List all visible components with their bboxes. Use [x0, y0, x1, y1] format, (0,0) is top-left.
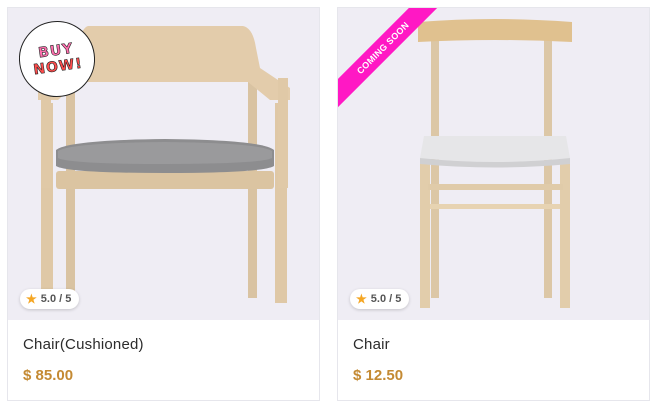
product-price: $ 85.00: [23, 367, 74, 384]
rating-badge: ★ 5.0 / 5: [350, 289, 410, 309]
star-icon: ★: [26, 292, 37, 306]
product-image[interactable]: BUY NOW! ★ 5.0 / 5: [8, 8, 319, 320]
product-title[interactable]: Chair(Cushioned): [23, 336, 144, 353]
product-title[interactable]: Chair: [353, 336, 390, 353]
rating-value: 5.0 / 5: [370, 293, 402, 305]
rating-badge: ★ 5.0 / 5: [20, 289, 80, 309]
product-card-chair[interactable]: COMING SOON ★ 5.0 / 5 Chair $ 12.50: [337, 7, 650, 401]
product-card-chair-cushioned[interactable]: BUY NOW! ★ 5.0 / 5 Chair(Cushioned) $ 85…: [7, 7, 320, 401]
product-image[interactable]: COMING SOON ★ 5.0 / 5: [338, 8, 649, 320]
product-price: $ 12.50: [353, 367, 404, 384]
star-icon: ★: [356, 292, 367, 306]
rating-value: 5.0 / 5: [40, 293, 72, 305]
